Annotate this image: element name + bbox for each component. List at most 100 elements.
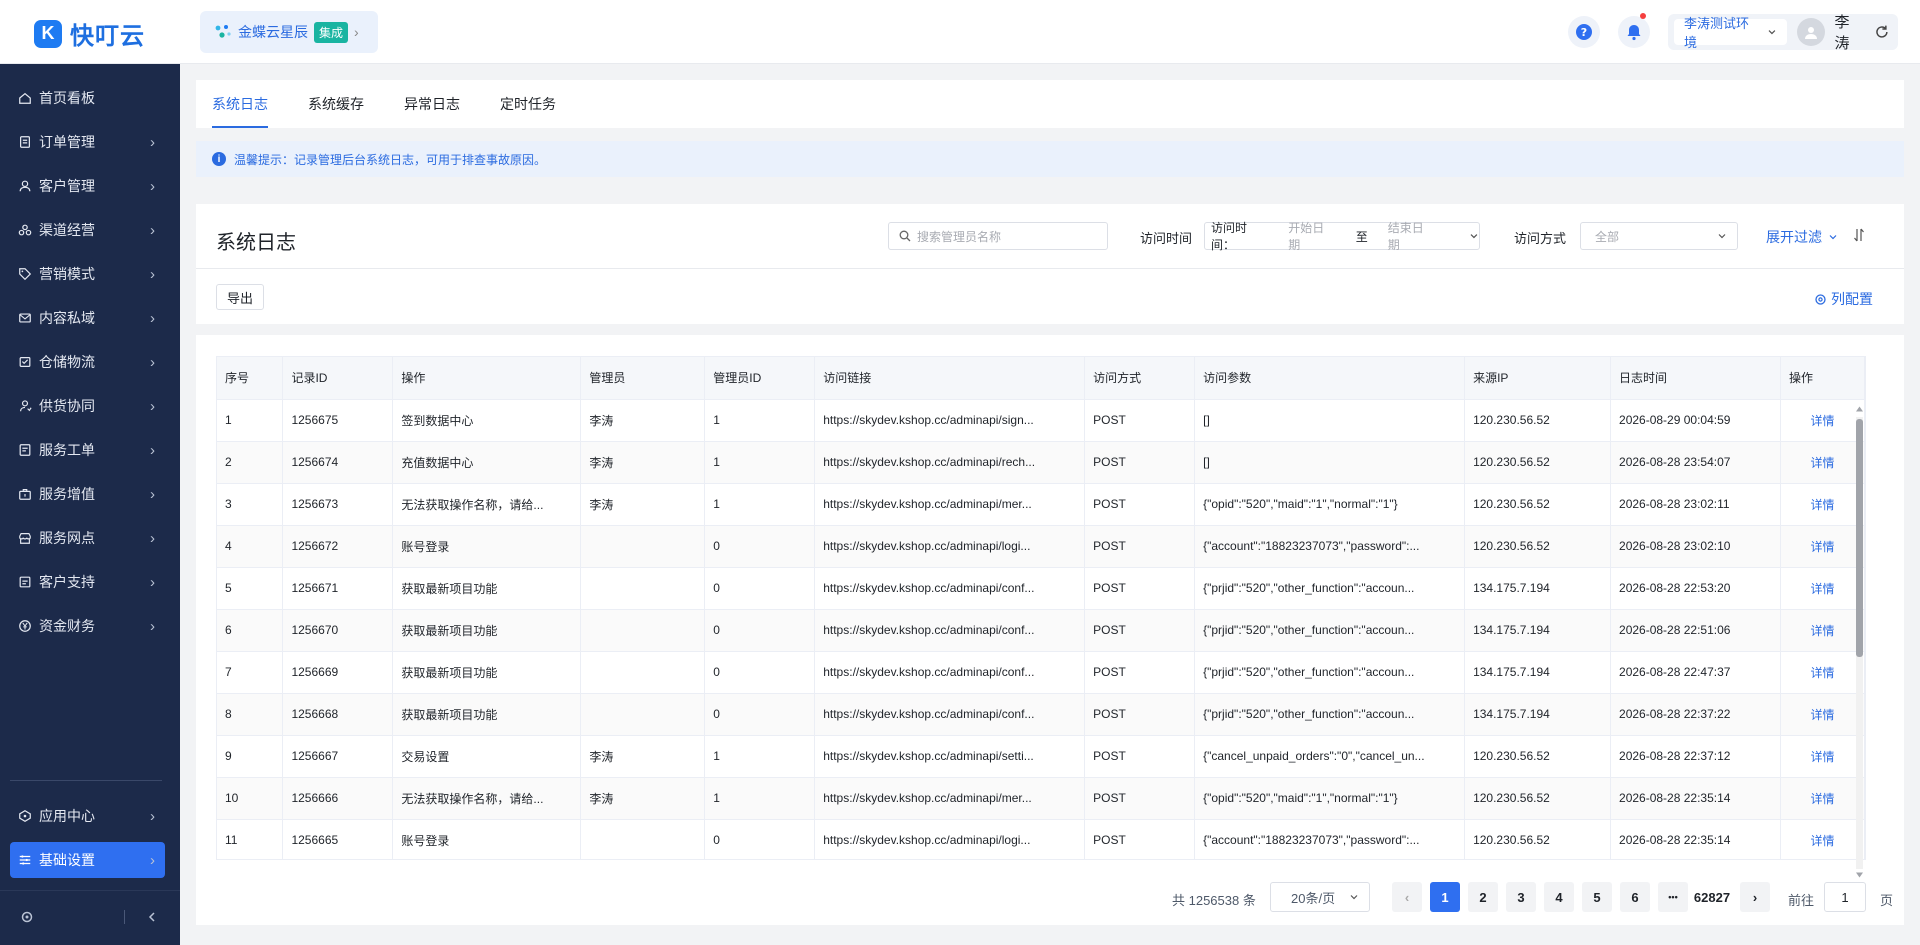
table-cell: 0	[704, 609, 816, 652]
table-cell: 获取最新项目功能	[392, 567, 582, 610]
table-cell: 1256673	[282, 483, 394, 526]
table-cell: POST	[1084, 651, 1196, 694]
notification-button[interactable]	[1618, 13, 1650, 48]
help-button[interactable]: ?	[1568, 16, 1600, 48]
table-cell	[580, 693, 706, 736]
tab-system-log[interactable]: 系统日志	[212, 94, 268, 114]
sidebar-item-2[interactable]: 客户管理 ›	[10, 168, 165, 204]
table-cell: 3	[217, 483, 284, 526]
more-pages-button[interactable]: •••	[1658, 882, 1688, 912]
expand-filter-button[interactable]: 展开过滤	[1766, 227, 1838, 247]
sidebar-item-12[interactable]: 资金财务 ›	[10, 608, 165, 644]
table-cell	[580, 525, 706, 568]
table-row[interactable]: 2 1256674 充值数据中心 李涛 1 https://skydev.kshop.cc…	[217, 441, 1865, 484]
table-cell: 2026-08-28 22:51:06	[1610, 609, 1781, 652]
user-name[interactable]: 李涛	[1835, 11, 1865, 53]
page-size-select[interactable]: 20条/页	[1270, 882, 1370, 912]
sidebar-item-9[interactable]: 服务增值 ›	[10, 476, 165, 512]
sidebar-divider	[10, 780, 162, 781]
sidebar-bottom-item-0[interactable]: 应用中心 ›	[10, 798, 165, 834]
sidebar-item-1[interactable]: 订单管理 ›	[10, 124, 165, 160]
mail-icon	[16, 309, 34, 327]
table-cell: 0	[704, 525, 816, 568]
table-cell: 2026-08-28 22:53:20	[1610, 567, 1781, 610]
table-row[interactable]: 4 1256672 账号登录 0 https://skydev.kshop.cc/adm…	[217, 525, 1865, 568]
environment-selector[interactable]: 李涛测试环境	[1674, 16, 1787, 50]
page-5-button[interactable]: 5	[1582, 882, 1612, 912]
table-row[interactable]: 3 1256673 无法获取操作名称，请给... 李涛 1 https://skydev.…	[217, 483, 1865, 526]
chevron-right-icon: ›	[150, 265, 155, 283]
method-select[interactable]: 全部	[1580, 222, 1738, 250]
sidebar-item-4[interactable]: 营销模式 ›	[10, 256, 165, 292]
start-date-input[interactable]: 开始日期	[1288, 219, 1335, 253]
table-row[interactable]: 6 1256670 获取最新项目功能 0 https://skydev.kshop.cc…	[217, 609, 1865, 652]
table-cell: POST	[1084, 693, 1196, 736]
sidebar-item-8[interactable]: 服务工单 ›	[10, 432, 165, 468]
table-row[interactable]: 10 1256666 无法获取操作名称，请给... 李涛 1 https://skydev…	[217, 777, 1865, 820]
tab-system-cache[interactable]: 系统缓存	[308, 94, 364, 114]
date-range-picker[interactable]: 访问时间： 开始日期 至 结束日期	[1204, 219, 1480, 253]
table-cell: POST	[1084, 735, 1196, 778]
table-cell: https://skydev.kshop.cc/adminapi/rech...	[814, 441, 1086, 484]
table-cell: 交易设置	[392, 735, 582, 778]
sidebar-footer-divider	[0, 890, 180, 891]
table-scrollbar[interactable]	[1852, 405, 1866, 881]
column-config-button[interactable]: 列配置	[1814, 289, 1873, 309]
table-cell: 5	[217, 567, 284, 610]
sidebar-item-3[interactable]: 渠道经营 ›	[10, 212, 165, 248]
sidebar-item-6[interactable]: 仓储物流 ›	[10, 344, 165, 380]
table-row[interactable]: 11 1256665 账号登录 0 https://skydev.kshop.cc/ad…	[217, 819, 1865, 859]
collapse-sidebar-icon[interactable]	[146, 911, 158, 923]
refresh-icon[interactable]	[1874, 24, 1890, 40]
scroll-down-icon[interactable]	[1855, 871, 1864, 879]
next-page-button[interactable]: ›	[1740, 882, 1770, 912]
last-page-button[interactable]: 62827	[1690, 882, 1734, 912]
table-row[interactable]: 1 1256675 签到数据中心 李涛 1 https://skydev.kshop.cc…	[217, 399, 1865, 442]
tab-scheduled-tasks[interactable]: 定时任务	[500, 94, 556, 114]
expand-filter-label: 展开过滤	[1766, 229, 1822, 245]
sidebar-item-label: 渠道经营	[39, 222, 95, 238]
sidebar-item-7[interactable]: 供货协同 ›	[10, 388, 165, 424]
page-1-button[interactable]: 1	[1430, 882, 1460, 912]
sidebar-item-11[interactable]: 客户支持 ›	[10, 564, 165, 600]
column-header: 访问链接	[814, 357, 1086, 400]
total-count: 共 1256538 条	[1172, 893, 1256, 908]
page-4-button[interactable]: 4	[1544, 882, 1574, 912]
scrollbar-thumb[interactable]	[1856, 419, 1863, 657]
sidebar-item-5[interactable]: 内容私域 ›	[10, 300, 165, 336]
chevron-right-icon: ›	[150, 617, 155, 635]
table-row[interactable]: 5 1256671 获取最新项目功能 0 https://skydev.kshop.cc…	[217, 567, 1865, 610]
table-cell: 李涛	[580, 399, 706, 442]
table-cell: POST	[1084, 399, 1196, 442]
table-cell: 获取最新项目功能	[392, 609, 582, 652]
table-cell: 6	[217, 609, 284, 652]
table-row[interactable]: 7 1256669 获取最新项目功能 0 https://skydev.kshop.cc…	[217, 651, 1865, 694]
page-3-button[interactable]: 3	[1506, 882, 1536, 912]
chevron-right-icon: ›	[354, 24, 359, 40]
page-title: 系统日志	[216, 232, 296, 254]
avatar[interactable]	[1796, 18, 1825, 46]
column-header: 操作	[392, 357, 582, 400]
tab-error-log[interactable]: 异常日志	[404, 94, 460, 114]
sidebar-item-10[interactable]: 服务网点 ›	[10, 520, 165, 556]
sidebar-item-label: 内容私域	[39, 310, 95, 326]
goto-page-input[interactable]: 1	[1824, 882, 1866, 912]
prev-page-button[interactable]: ‹	[1392, 882, 1422, 912]
sidebar-bottom-item-1[interactable]: 基础设置 ›	[10, 842, 165, 878]
gear-icon[interactable]	[20, 910, 34, 924]
brand-tag: 集成	[314, 21, 349, 43]
brand-switcher[interactable]: 金蝶云星辰 集成 ›	[200, 11, 378, 53]
table-row[interactable]: 9 1256667 交易设置 李涛 1 https://skydev.kshop.cc/a…	[217, 735, 1865, 778]
page-2-button[interactable]: 2	[1468, 882, 1498, 912]
sidebar-item-0[interactable]: 首页看板	[10, 80, 165, 116]
table-row[interactable]: 8 1256668 获取最新项目功能 0 https://skydev.kshop.cc…	[217, 693, 1865, 736]
export-button[interactable]: 导出	[216, 284, 264, 310]
scroll-up-icon[interactable]	[1855, 405, 1864, 413]
chevron-right-icon: ›	[150, 485, 155, 503]
page-6-button[interactable]: 6	[1620, 882, 1650, 912]
app-logo[interactable]: K 快叮云	[34, 16, 145, 51]
table-cell: https://skydev.kshop.cc/adminapi/conf...	[814, 693, 1086, 736]
search-input[interactable]: 搜索管理员名称	[888, 222, 1108, 250]
sort-icon[interactable]	[1853, 228, 1865, 242]
end-date-input[interactable]: 结束日期	[1388, 219, 1435, 253]
